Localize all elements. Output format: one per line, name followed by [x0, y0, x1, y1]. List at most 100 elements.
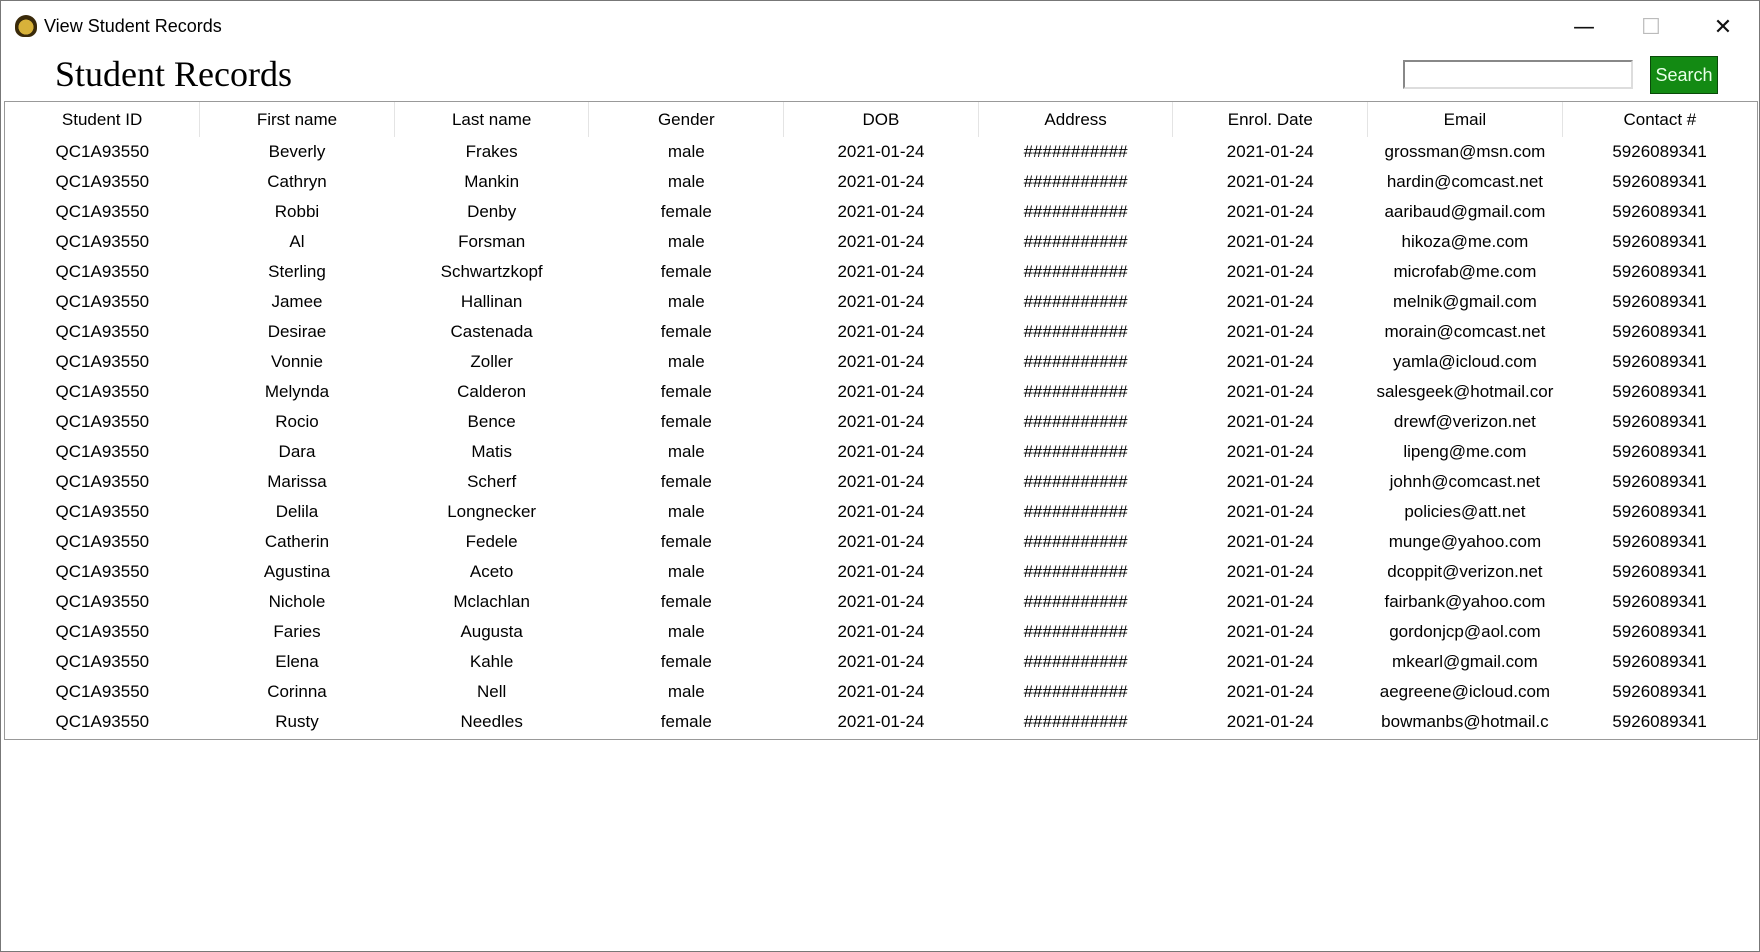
- column-header[interactable]: Student ID: [5, 102, 201, 137]
- table-cell: ###########: [1023, 322, 1128, 341]
- table-cell: 2021-01-24: [1226, 352, 1314, 371]
- table-cell: hikoza@me.com: [1401, 232, 1529, 251]
- table-row[interactable]: QC1A93550 Robbi Denby female 2021-01-24 #####…: [5, 197, 1757, 227]
- table-cell: 2021-01-24: [837, 562, 925, 581]
- table-row[interactable]: QC1A93550 Dara Matis male 2021-01-24 ########…: [5, 437, 1757, 467]
- table-cell: female: [660, 382, 712, 401]
- table-row[interactable]: QC1A93550 Vonnie Zoller male 2021-01-24 #####…: [5, 347, 1757, 377]
- table-cell: 5926089341: [1612, 712, 1707, 731]
- table-cell: Jamee: [271, 292, 323, 311]
- maximize-button[interactable]: ☐: [1626, 9, 1676, 45]
- table-row[interactable]: QC1A93550 Beverly Frakes male 2021-01-24 ####…: [5, 137, 1757, 167]
- column-header[interactable]: DOB: [783, 102, 979, 137]
- table-row[interactable]: QC1A93550 Delila Longnecker male 2021-01-24 #…: [5, 497, 1757, 527]
- column-header[interactable]: Email: [1367, 102, 1563, 137]
- table-cell: Sterling: [268, 262, 326, 281]
- table-row[interactable]: QC1A93550 Jamee Hallinan male 2021-01-24 ####…: [5, 287, 1757, 317]
- table-cell: salesgeek@hotmail.cor: [1376, 382, 1554, 401]
- table-cell: 5926089341: [1612, 262, 1707, 281]
- table-row[interactable]: QC1A93550 Melynda Calderon female 2021-01-24…: [5, 377, 1757, 407]
- table-cell: 5926089341: [1612, 172, 1707, 191]
- table-row[interactable]: QC1A93550 Nichole Mclachlan female 2021-01-2…: [5, 587, 1757, 617]
- search-button[interactable]: Search: [1650, 56, 1718, 94]
- table-cell: 5926089341: [1612, 622, 1707, 641]
- table-cell: 5926089341: [1612, 592, 1707, 611]
- table-cell: 2021-01-24: [837, 262, 925, 281]
- minimize-button[interactable]: —: [1559, 9, 1609, 45]
- table-cell: 2021-01-24: [1226, 382, 1314, 401]
- table-cell: ###########: [1023, 262, 1128, 281]
- table-cell: male: [667, 562, 705, 581]
- column-header[interactable]: Gender: [588, 102, 785, 137]
- table-row[interactable]: QC1A93550 Marissa Scherf female 2021-01-24 ##…: [5, 467, 1757, 497]
- table-cell: 2021-01-24: [1226, 532, 1314, 551]
- table-cell: ###########: [1023, 502, 1128, 521]
- table-row[interactable]: QC1A93550 Al Forsman male 2021-01-24 ########…: [5, 227, 1757, 257]
- table-row[interactable]: QC1A93550 Desirae Castenada female 2021-01-2…: [5, 317, 1757, 347]
- table-cell: 2021-01-24: [837, 592, 925, 611]
- table-row[interactable]: QC1A93550 Elena Kahle female 2021-01-24 #####…: [5, 647, 1757, 677]
- table-cell: male: [667, 172, 705, 191]
- table-cell: 2021-01-24: [1226, 262, 1314, 281]
- column-header[interactable]: Enrol. Date: [1172, 102, 1369, 137]
- table-cell: Elena: [275, 652, 319, 671]
- column-header[interactable]: First name: [199, 102, 395, 137]
- table-cell: Mankin: [464, 172, 520, 191]
- table-cell: Nell: [476, 682, 507, 701]
- table-cell: male: [667, 292, 705, 311]
- table-row[interactable]: QC1A93550 Sterling Schwartzkopf female 2021-…: [5, 257, 1757, 287]
- table-cell: 2021-01-24: [837, 532, 925, 551]
- table-cell: male: [667, 442, 705, 461]
- table-cell: male: [667, 352, 705, 371]
- table-cell: female: [660, 652, 712, 671]
- table-cell: ###########: [1023, 142, 1128, 161]
- table-cell: Castenada: [450, 322, 533, 341]
- table-cell: munge@yahoo.com: [1388, 532, 1542, 551]
- table-row[interactable]: QC1A93550 Agustina Aceto male 2021-01-24 ####…: [5, 557, 1757, 587]
- table-row[interactable]: QC1A93550 Cathryn Mankin male 2021-01-24 ####…: [5, 167, 1757, 197]
- table-cell: QC1A93550: [55, 622, 150, 641]
- table-cell: Marissa: [267, 472, 327, 491]
- table-cell: ###########: [1023, 652, 1128, 671]
- table-cell: mkearl@gmail.com: [1392, 652, 1538, 671]
- table-cell: ###########: [1023, 622, 1128, 641]
- table-row[interactable]: QC1A93550 Faries Augusta male 2021-01-24 ####…: [5, 617, 1757, 647]
- table-cell: female: [660, 322, 712, 341]
- column-header[interactable]: Contact #: [1562, 102, 1757, 137]
- table-cell: 2021-01-24: [1226, 562, 1314, 581]
- table-cell: Aceto: [469, 562, 514, 581]
- table-row[interactable]: QC1A93550 Catherin Fedele female 2021-01-24 #…: [5, 527, 1757, 557]
- column-header[interactable]: Last name: [394, 102, 590, 137]
- table-cell: 2021-01-24: [1226, 292, 1314, 311]
- table-cell: Cathryn: [267, 172, 327, 191]
- table-cell: 5926089341: [1612, 142, 1707, 161]
- table-cell: 2021-01-24: [837, 502, 925, 521]
- table-row[interactable]: QC1A93550 Rocio Bence female 2021-01-24 #####…: [5, 407, 1757, 437]
- table-cell: Frakes: [465, 142, 518, 161]
- table-cell: Dara: [278, 442, 316, 461]
- table-row[interactable]: QC1A93550 Rusty Needles female 2021-01-24 ###…: [5, 707, 1757, 737]
- table-cell: male: [667, 232, 705, 251]
- table-cell: Beverly: [268, 142, 326, 161]
- table-cell: 2021-01-24: [1226, 172, 1314, 191]
- table-cell: 2021-01-24: [837, 202, 925, 221]
- column-header[interactable]: Address: [978, 102, 1174, 137]
- table-cell: male: [667, 502, 705, 521]
- table-row[interactable]: QC1A93550 Corinna Nell male 2021-01-24 ######…: [5, 677, 1757, 707]
- table-cell: 5926089341: [1612, 322, 1707, 341]
- table-cell: lipeng@me.com: [1403, 442, 1527, 461]
- table-cell: Desirae: [267, 322, 327, 341]
- table-cell: 5926089341: [1612, 472, 1707, 491]
- table-cell: Hallinan: [460, 292, 523, 311]
- table-cell: 5926089341: [1612, 442, 1707, 461]
- close-button[interactable]: ✕: [1698, 9, 1748, 45]
- student-records-table[interactable]: Student ID First name Last name Gender DOB Ad…: [4, 101, 1758, 740]
- table-cell: Robbi: [274, 202, 320, 221]
- table-cell: aaribaud@gmail.com: [1384, 202, 1546, 221]
- table-cell: Needles: [460, 712, 523, 731]
- table-cell: morain@comcast.net: [1384, 322, 1546, 341]
- table-cell: ###########: [1023, 712, 1128, 731]
- search-input[interactable]: [1403, 60, 1633, 89]
- table-cell: Agustina: [263, 562, 331, 581]
- table-cell: Zoller: [470, 352, 513, 371]
